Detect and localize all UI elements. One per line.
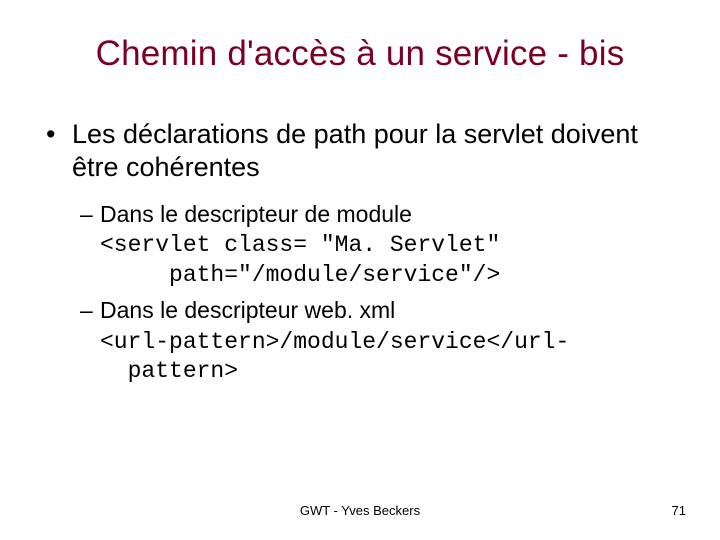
bullet-level1: Les déclarations de path pour la servlet… bbox=[46, 118, 680, 184]
bullet-level2-module: Dans le descripteur de module bbox=[80, 200, 680, 229]
code-servlet: <servlet class= "Ma. Servlet" path="/mod… bbox=[100, 231, 680, 290]
code-urlpattern: <url-pattern>/module/service</url- patte… bbox=[100, 328, 680, 387]
slide-title: Chemin d'accès à un service - bis bbox=[40, 34, 680, 74]
bullet-level2-webxml: Dans le descripteur web. xml bbox=[80, 296, 680, 325]
slide: Chemin d'accès à un service - bis Les dé… bbox=[0, 0, 720, 540]
footer-page-number: 71 bbox=[672, 503, 686, 518]
footer-author: GWT - Yves Beckers bbox=[0, 503, 720, 518]
